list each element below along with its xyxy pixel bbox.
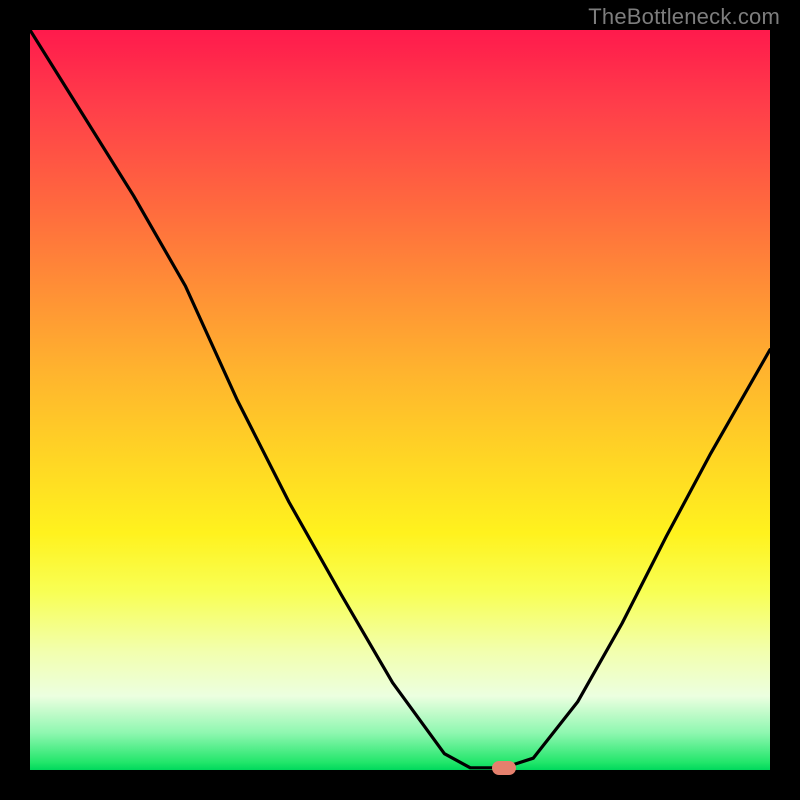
optimal-marker — [492, 761, 516, 775]
chart-frame: TheBottleneck.com — [0, 0, 800, 800]
plot-area — [30, 30, 770, 770]
bottleneck-curve — [30, 30, 770, 770]
watermark-text: TheBottleneck.com — [588, 4, 780, 30]
